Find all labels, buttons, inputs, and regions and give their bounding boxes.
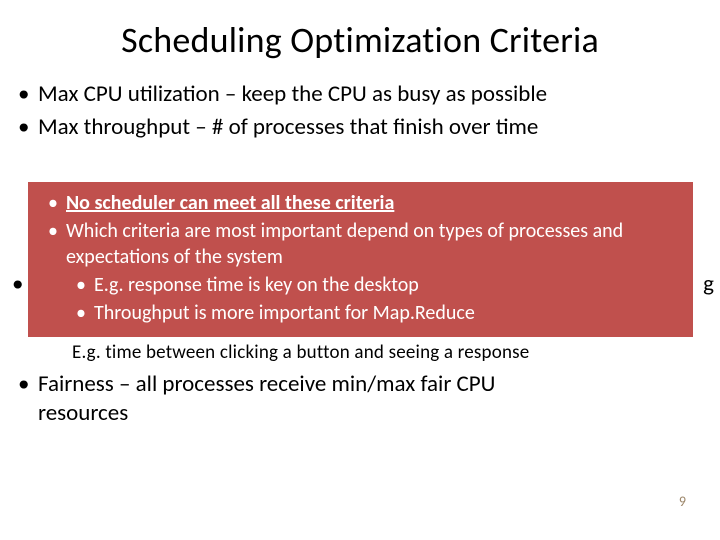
callout-line-1: No scheduler can meet all these criteria <box>42 190 683 216</box>
main-bullets: Max CPU utilization – keep the CPU as bu… <box>0 68 720 143</box>
hidden-bullet-marker: • <box>12 270 23 298</box>
callout-box: No scheduler can meet all these criteria… <box>28 182 693 337</box>
bullet-fairness: Fairness – all processes receive min/max… <box>12 370 710 429</box>
bullet-throughput: Max throughput – # of processes that fin… <box>12 113 710 142</box>
fairness-rest-1: – all processes receive min/max fair CPU <box>114 370 496 398</box>
callout-line-2: Which criteria are most important depend… <box>42 218 683 270</box>
callout-line-1-text: No scheduler can meet all these criteria <box>66 191 394 215</box>
callout-line-4: Throughput is more important for Map.Red… <box>42 300 683 326</box>
example-subbullet-text: E.g. time between clicking a button and … <box>72 341 529 364</box>
hidden-text-edge: g <box>703 270 714 298</box>
page-number: 9 <box>679 493 686 510</box>
fairness-rest-2: resources <box>12 399 710 428</box>
slide-title: Scheduling Optimization Criteria <box>0 0 720 68</box>
example-subbullet: E.g. time between clicking a button and … <box>72 341 529 364</box>
callout-line-3: E.g. response time is key on the desktop <box>42 272 683 298</box>
slide: Scheduling Optimization Criteria Max CPU… <box>0 0 720 540</box>
bullet-cpu-utilization: Max CPU utilization – keep the CPU as bu… <box>12 80 710 109</box>
fairness-label: Fairness <box>38 370 114 398</box>
